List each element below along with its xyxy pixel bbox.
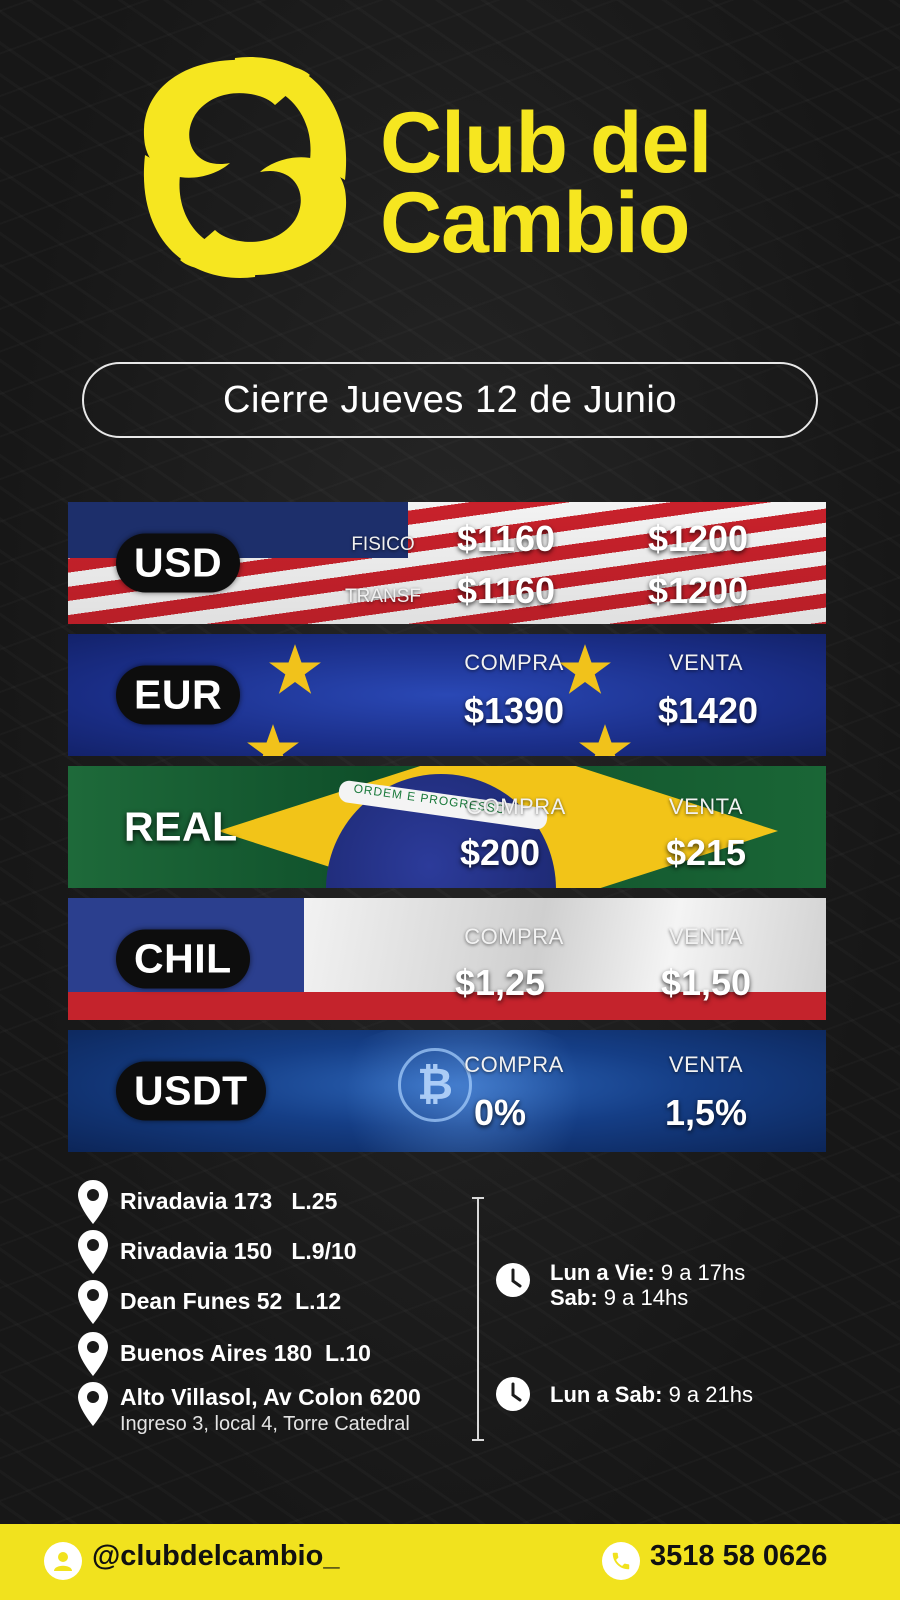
usd-transf-compra: $1160 (456, 570, 556, 611)
clock-icon (496, 1263, 530, 1297)
user-icon (44, 1542, 82, 1580)
currency-code-usd: USD (116, 533, 241, 593)
chil-compra-label: COMPRA (464, 924, 564, 949)
divider-cap (472, 1197, 484, 1199)
closing-date-pill: Cierre Jueves 12 de Junio (82, 362, 818, 438)
location-item: Buenos Aires 180 L.10 (78, 1332, 371, 1376)
usdt-venta-value: 1,5% (664, 1092, 748, 1133)
location-address-detail: Ingreso 3, local 4, Torre Catedral (120, 1413, 410, 1435)
rate-row-usd: USD FISICO TRANSF $1160 $1200 $1160 $120… (68, 502, 826, 624)
hours-day: Lun a Vie: (550, 1260, 655, 1285)
location-pin-icon (78, 1280, 108, 1324)
brand-logo: Club del Cambio (135, 45, 755, 295)
eu-star-icon (247, 724, 299, 756)
hours-line: Lun a Vie: 9 a 17hs (550, 1260, 745, 1285)
real-compra-value: $200 (459, 832, 541, 873)
vertical-divider (477, 1197, 479, 1441)
hours-time: 9 a 14hs (597, 1285, 689, 1310)
brand-name-line1: Club del (380, 95, 712, 191)
eur-compra-value: $1390 (463, 690, 565, 731)
clock-icon (496, 1377, 530, 1411)
currency-code-usdt: USDT (116, 1061, 266, 1121)
real-venta-label: VENTA (668, 794, 744, 819)
eur-compra-label: COMPRA (464, 650, 564, 675)
rate-row-chil: CHIL COMPRA VENTA $1,25 $1,50 (68, 898, 826, 1020)
usd-fisico-compra: $1160 (456, 518, 556, 559)
location-address: Buenos Aires 180 L.10 (120, 1340, 371, 1366)
usd-fisico-venta: $1200 (647, 518, 749, 559)
rate-row-eur: EUR COMPRA VENTA $1390 $1420 (68, 634, 826, 756)
location-address: Rivadavia 173 L.25 (120, 1188, 338, 1214)
hours-text: Lun a Sab: 9 a 21hs (550, 1382, 753, 1407)
chil-venta-value: $1,50 (660, 962, 752, 1003)
eur-venta-label: VENTA (668, 650, 744, 675)
eu-star-icon (269, 644, 321, 694)
divider-cap (472, 1439, 484, 1441)
hours-text: Lun a Vie: 9 a 17hs Sab: 9 a 14hs (550, 1260, 745, 1310)
footer-bar: @clubdelcambio_ 3518 58 0626 (0, 1524, 900, 1600)
phone-number-link[interactable]: 3518 58 0626 (650, 1540, 827, 1573)
rate-row-usdt: ₿ USDT COMPRA VENTA 0% 1,5% (68, 1030, 826, 1152)
brand-name-line2: Cambio (380, 175, 690, 271)
hours-line: Sab: 9 a 14hs (550, 1285, 745, 1310)
currency-code-real: REAL (124, 803, 238, 850)
hours-time: 9 a 21hs (662, 1382, 753, 1407)
rate-row-real: ORDEM E PROGRESSO REAL COMPRA VENTA $200… (68, 766, 826, 888)
usdt-compra-label: COMPRA (464, 1052, 564, 1077)
location-pin-icon (78, 1382, 108, 1426)
phone-icon (602, 1542, 640, 1580)
usd-transf-venta: $1200 (647, 570, 749, 611)
location-pin-icon (78, 1332, 108, 1376)
eur-venta-value: $1420 (657, 690, 759, 731)
usdt-compra-value: 0% (473, 1092, 527, 1133)
currency-code-eur: EUR (116, 665, 241, 725)
rates-list: USD FISICO TRANSF $1160 $1200 $1160 $120… (68, 502, 826, 1162)
location-address: Alto Villasol, Av Colon 6200 (120, 1384, 421, 1410)
location-item: Rivadavia 173 L.25 (78, 1180, 337, 1224)
club-del-cambio-logo-mark (143, 57, 347, 278)
hours-line: Lun a Sab: 9 a 21hs (550, 1382, 753, 1407)
hours-time: 9 a 17hs (654, 1260, 746, 1285)
location-item: Dean Funes 52 L.12 (78, 1280, 341, 1324)
location-address-block: Alto Villasol, Av Colon 6200 Ingreso 3, … (120, 1382, 421, 1436)
chil-compra-value: $1,25 (454, 962, 546, 1003)
location-address: Dean Funes 52 L.12 (120, 1288, 342, 1314)
hours-day: Lun a Sab: (550, 1382, 663, 1407)
location-pin-icon (78, 1230, 108, 1274)
location-pin-icon (78, 1180, 108, 1224)
location-item: Alto Villasol, Av Colon 6200 Ingreso 3, … (78, 1382, 421, 1436)
social-handle-link[interactable]: @clubdelcambio_ (92, 1540, 339, 1573)
location-address: Rivadavia 150 L.9/10 (120, 1238, 357, 1264)
real-venta-value: $215 (665, 832, 747, 873)
location-item: Rivadavia 150 L.9/10 (78, 1230, 357, 1274)
currency-code-chil: CHIL (116, 929, 250, 989)
hours-day: Sab: (550, 1285, 598, 1310)
usdt-venta-label: VENTA (668, 1052, 744, 1077)
real-compra-label: COMPRA (466, 794, 566, 819)
chil-venta-label: VENTA (668, 924, 744, 949)
